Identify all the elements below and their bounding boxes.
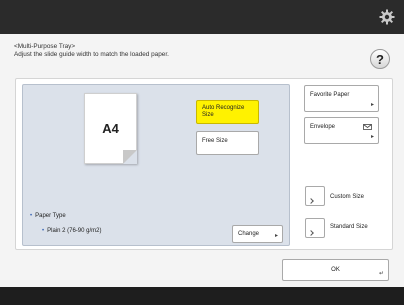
custom-size-button[interactable] <box>305 186 325 206</box>
paper-type-label-row: • Paper Type <box>30 213 66 219</box>
paper-type-label: Paper Type <box>35 213 66 219</box>
chevron-right-icon: ▸ <box>370 102 374 108</box>
envelope-button[interactable]: Envelope ▸ <box>304 117 379 144</box>
page-instruction: Adjust the slide guide width to match th… <box>14 51 169 58</box>
page-header: <Multi-Purpose Tray> Adjust the slide gu… <box>14 43 169 59</box>
help-button[interactable]: ? <box>370 49 390 69</box>
enter-icon: ↵ <box>378 271 384 277</box>
paper-size-label: A4 <box>102 121 119 136</box>
auto-recognize-size-label: Auto Recognize Size <box>202 105 245 118</box>
paper-size-preview: A4 <box>84 93 137 164</box>
ok-label: OK <box>331 267 340 273</box>
favorite-paper-button[interactable]: Favorite Paper ▸ <box>304 85 379 112</box>
free-size-label: Free Size <box>202 138 228 144</box>
change-label: Change <box>238 231 260 237</box>
custom-size-label: Custom Size <box>330 194 365 200</box>
gear-icon[interactable] <box>379 9 395 25</box>
bullet-icon: • <box>30 213 33 219</box>
chevron-right-icon: ▸ <box>370 134 374 140</box>
change-button[interactable]: Change ▸ <box>232 225 283 243</box>
favorite-paper-label: Favorite Paper <box>310 92 350 98</box>
envelope-icon <box>363 124 372 130</box>
standard-size-button[interactable] <box>305 218 325 238</box>
bullet-icon: • <box>42 228 45 234</box>
paper-type-value: Plain 2 (76-90 g/m2) <box>47 228 102 234</box>
help-icon: ? <box>376 51 384 67</box>
ok-button[interactable]: OK ↵ <box>282 259 389 281</box>
bottom-bar <box>0 287 404 305</box>
top-bar <box>0 0 404 34</box>
standard-size-label: Standard Size <box>330 224 368 230</box>
page-title: <Multi-Purpose Tray> <box>14 43 76 50</box>
free-size-button[interactable]: Free Size <box>196 131 259 155</box>
chevron-right-icon: ▸ <box>274 233 278 239</box>
paper-type-value-row: • Plain 2 (76-90 g/m2) <box>42 228 101 234</box>
auto-recognize-size-button[interactable]: Auto Recognize Size <box>196 100 259 124</box>
